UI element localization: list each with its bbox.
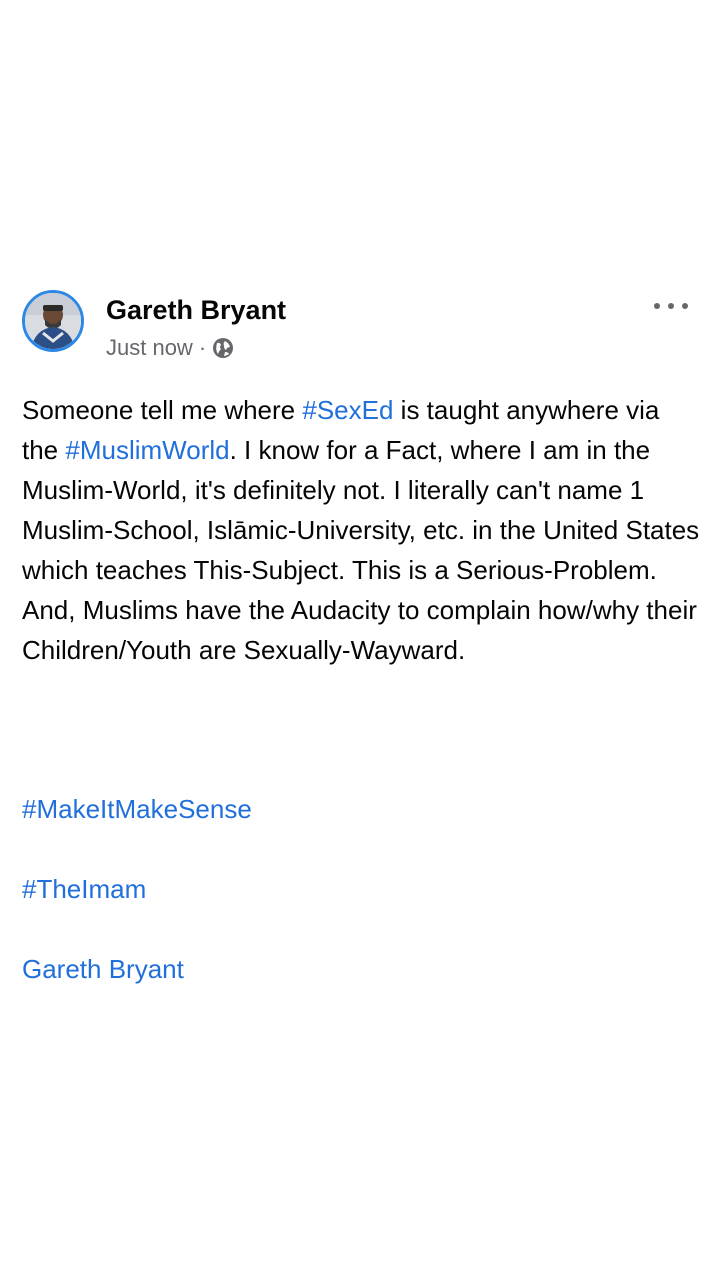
hashtag-muslimworld[interactable]: #MuslimWorld: [65, 435, 229, 465]
post-text-segment: . I know for a Fact, where I am in the M…: [22, 435, 700, 665]
avatar-image: [25, 293, 81, 349]
post-meta: Just now ·: [106, 334, 234, 362]
globe-icon: [212, 337, 234, 359]
author-tag-link[interactable]: Gareth Bryant: [22, 949, 184, 989]
post-timestamp[interactable]: Just now: [106, 335, 193, 361]
meta-separator: ·: [198, 335, 207, 360]
more-options-icon[interactable]: [654, 300, 688, 312]
avatar[interactable]: [22, 290, 84, 352]
hashtag-sexed[interactable]: #SexEd: [302, 395, 393, 425]
hashtag-theimam[interactable]: #TheImam: [22, 869, 146, 909]
hashtag-makeitmakesense[interactable]: #MakeItMakeSense: [22, 789, 252, 829]
post-screen: Gareth Bryant Just now · Someone tell me…: [0, 0, 720, 1280]
post-text: Someone tell me where #SexEd is taught a…: [22, 390, 702, 670]
post-text-segment: Someone tell me where: [22, 395, 303, 425]
post-header: Gareth Bryant Just now ·: [22, 288, 698, 368]
author-name[interactable]: Gareth Bryant: [106, 294, 286, 326]
